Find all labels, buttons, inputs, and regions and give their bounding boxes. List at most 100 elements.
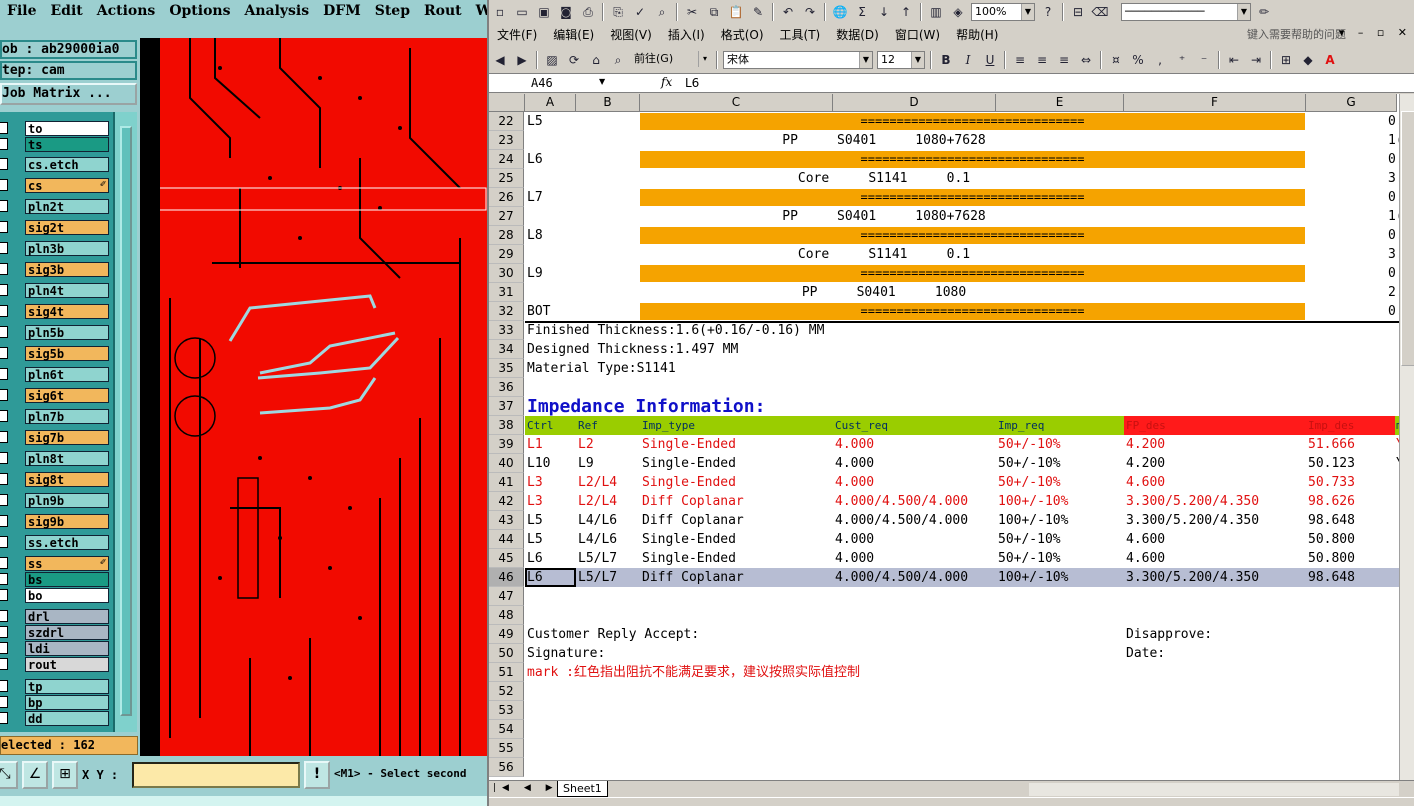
- row-header[interactable]: 54: [489, 720, 524, 739]
- row-header[interactable]: 53: [489, 701, 524, 720]
- layer-checkbox[interactable]: [0, 138, 8, 150]
- layer-name[interactable]: sig8t: [25, 471, 109, 487]
- cam-menu-options[interactable]: Options: [162, 3, 237, 19]
- impedance-type-cell[interactable]: Diff Coplanar: [642, 492, 744, 511]
- align-left-icon[interactable]: ≡: [1011, 51, 1029, 69]
- layer-row[interactable]: sig7b: [0, 429, 112, 445]
- layer-row[interactable]: sig5b: [0, 345, 112, 361]
- xy-input[interactable]: [132, 762, 300, 788]
- thickness-cell[interactable]: 3.: [1388, 245, 1399, 264]
- copy-icon[interactable]: ⧉: [705, 3, 723, 21]
- comma-icon[interactable]: ,: [1151, 51, 1169, 69]
- impedance-ref-cell[interactable]: L2: [578, 435, 594, 454]
- designed-thickness-cell[interactable]: Designed Thickness:1.497 MM: [527, 340, 738, 359]
- impedance-fp-cell[interactable]: 3.300/5.200/4.350: [1126, 568, 1259, 587]
- formula-input[interactable]: L6: [685, 76, 699, 90]
- stackup-material-cell[interactable]: PP S0401 1080: [642, 283, 1126, 302]
- row-header[interactable]: 52: [489, 682, 524, 701]
- impedance-fp-cell[interactable]: 3.300/5.200/4.350: [1126, 492, 1259, 511]
- column-header[interactable]: C: [640, 94, 833, 112]
- impedance-header-cell[interactable]: Ctrl: [527, 416, 554, 435]
- layer-name[interactable]: sig5b: [25, 345, 109, 361]
- row-header[interactable]: 24: [489, 150, 524, 169]
- column-header[interactable]: F: [1124, 94, 1306, 112]
- layer-row[interactable]: bp: [0, 694, 112, 710]
- decrease-decimal-icon[interactable]: ⁻: [1195, 51, 1213, 69]
- layer-name[interactable]: sig4t: [25, 303, 109, 319]
- layer-row[interactable]: sig4t: [0, 303, 112, 319]
- row-header[interactable]: 23: [489, 131, 524, 150]
- impedance-type-cell[interactable]: Single-Ended: [642, 454, 736, 473]
- stackup-material-cell[interactable]: PP S0401 1080+7628: [642, 131, 1126, 150]
- excel-menu-item[interactable]: 编辑(E): [545, 26, 602, 43]
- layer-name[interactable]: dd: [25, 710, 109, 726]
- scroll-thumb[interactable]: [120, 126, 132, 716]
- stackup-band[interactable]: ===============================: [640, 265, 1305, 282]
- impedance-header-cell[interactable]: Ref: [578, 416, 598, 435]
- layer-name[interactable]: ldi: [25, 640, 109, 656]
- layer-name[interactable]: sig2t: [25, 219, 109, 235]
- layer-name[interactable]: sig6t: [25, 387, 109, 403]
- layer-row[interactable]: pln6t: [0, 366, 112, 382]
- impedance-req-cell[interactable]: 50+/-10%: [998, 435, 1061, 454]
- impedance-cust-cell[interactable]: 4.000: [835, 454, 874, 473]
- layer-row[interactable]: ss.etch: [0, 534, 112, 550]
- layer-cell[interactable]: L5: [527, 112, 543, 131]
- row-header[interactable]: 46: [489, 568, 524, 587]
- layer-row[interactable]: dd: [0, 710, 112, 726]
- save-icon[interactable]: ▣: [535, 3, 553, 21]
- chevron-down-icon[interactable]: ▼: [599, 77, 605, 86]
- layer-checkbox[interactable]: [0, 589, 8, 601]
- impedance-ctrl-cell[interactable]: L10: [527, 454, 550, 473]
- layer-row[interactable]: pln3b: [0, 240, 112, 256]
- impedance-imp-cell[interactable]: 98.648: [1308, 568, 1355, 587]
- excel-menu-item[interactable]: 数据(D): [828, 26, 887, 43]
- thickness-cell[interactable]: 0.: [1388, 188, 1399, 207]
- measure-tool-button[interactable]: ∠: [22, 761, 48, 789]
- layer-name[interactable]: bo: [25, 587, 109, 603]
- layer-row[interactable]: tp: [0, 678, 112, 694]
- layer-row[interactable]: ldi: [0, 640, 112, 656]
- layer-row[interactable]: rout: [0, 656, 112, 672]
- impedance-ref-cell[interactable]: L5/L7: [578, 568, 617, 587]
- layer-checkbox[interactable]: [0, 263, 8, 275]
- thickness-cell[interactable]: 0.: [1388, 226, 1399, 245]
- layer-checkbox[interactable]: [0, 696, 8, 708]
- layer-row[interactable]: sig3b: [0, 261, 112, 277]
- zoom-combo[interactable]: 100% ▼: [971, 2, 1035, 21]
- layer-cell[interactable]: BOT: [527, 302, 550, 321]
- paste-icon[interactable]: 📋: [727, 3, 745, 21]
- layer-name[interactable]: ss ✐: [25, 555, 109, 571]
- impedance-title-cell[interactable]: Impedance Information:: [527, 397, 765, 417]
- print-preview-icon[interactable]: ⎘: [609, 3, 627, 21]
- drawing-icon[interactable]: ◈: [949, 3, 967, 21]
- row-header[interactable]: 28: [489, 226, 524, 245]
- row-header[interactable]: 33: [489, 321, 524, 340]
- sort-desc-icon[interactable]: ↑: [897, 3, 915, 21]
- row-header[interactable]: 47: [489, 587, 524, 606]
- help-icon[interactable]: ?: [1039, 3, 1057, 21]
- line-style-combo[interactable]: ──────────── ▼: [1121, 2, 1251, 21]
- layer-checkbox[interactable]: [0, 305, 8, 317]
- impedance-cust-cell[interactable]: 4.000: [835, 435, 874, 454]
- thickness-cell[interactable]: 0.: [1388, 150, 1399, 169]
- row-header[interactable]: 39: [489, 435, 524, 454]
- layer-row[interactable]: drl: [0, 608, 112, 624]
- excel-menu-item[interactable]: 视图(V): [602, 26, 660, 43]
- row-header[interactable]: 40: [489, 454, 524, 473]
- layer-cell[interactable]: L6: [527, 150, 543, 169]
- new-icon[interactable]: ▫: [491, 3, 509, 21]
- impedance-fp-cell[interactable]: 4.600: [1126, 549, 1165, 568]
- row-header[interactable]: 55: [489, 739, 524, 758]
- layer-row[interactable]: bo: [0, 587, 112, 603]
- stackup-material-cell[interactable]: Core S1141 0.1: [642, 245, 1126, 264]
- layer-checkbox[interactable]: [0, 557, 8, 569]
- column-header[interactable]: A: [525, 94, 576, 112]
- excel-menu-item[interactable]: 插入(I): [660, 26, 713, 43]
- layer-checkbox[interactable]: [0, 536, 8, 548]
- sheet-tab[interactable]: Sheet1: [557, 781, 608, 797]
- layer-row[interactable]: pln7b: [0, 408, 112, 424]
- impedance-type-cell[interactable]: Diff Coplanar: [642, 511, 744, 530]
- remark-cell[interactable]: mark :红色指出阻抗不能满足要求，建议按照实际值控制: [527, 663, 860, 682]
- impedance-type-cell[interactable]: Single-Ended: [642, 549, 736, 568]
